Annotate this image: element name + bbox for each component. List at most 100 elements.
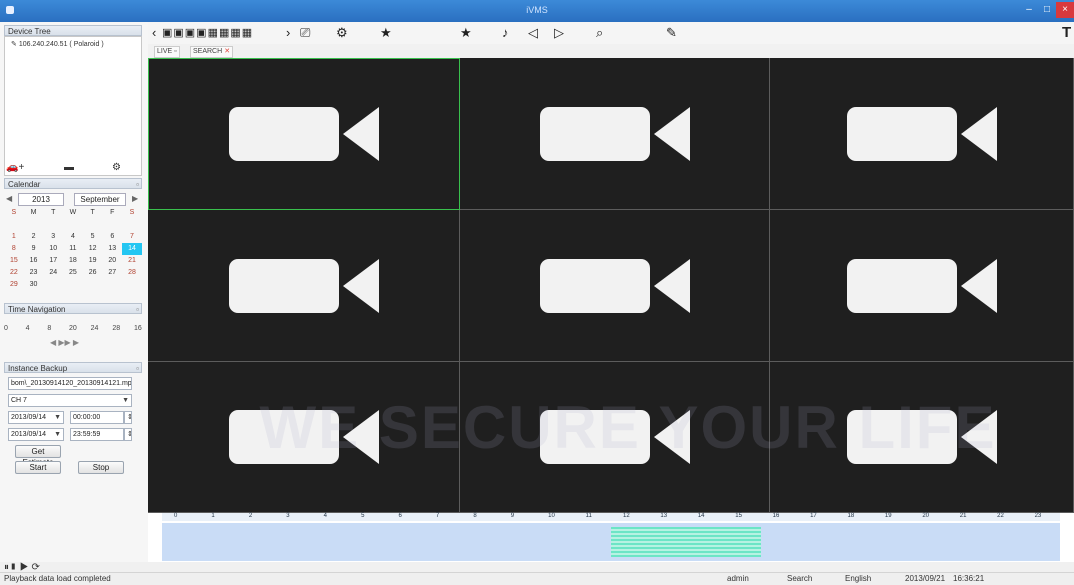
text-tool-icon[interactable]: T <box>1062 25 1071 41</box>
get-estimate-button[interactable]: Get Estimate <box>15 445 61 467</box>
next-layout-icon[interactable]: › <box>286 25 290 41</box>
pin-icon[interactable]: ✎ <box>666 25 677 41</box>
calendar-day[interactable] <box>83 219 103 231</box>
calendar-day[interactable] <box>102 219 122 231</box>
prev-layout-icon[interactable]: ‹ <box>152 25 156 41</box>
remove-device-icon[interactable]: ▬ <box>64 162 74 173</box>
layout-buttons-icon[interactable]: ▣▣▣▣▦▦▦▦ <box>162 25 253 41</box>
calendar-day[interactable]: 21 <box>122 255 142 267</box>
end-time-field[interactable]: 23:59:59 <box>70 428 124 441</box>
calendar-day[interactable]: 27 <box>102 267 122 279</box>
calendar-day[interactable]: 13 <box>102 243 122 255</box>
calendar-year[interactable]: 2013 <box>18 193 64 206</box>
end-time-spinner[interactable]: ⇕ <box>124 428 132 441</box>
add-device-icon[interactable]: 🚗+ <box>6 162 24 173</box>
audio-icon[interactable]: ♪ <box>502 25 509 41</box>
favorite-add-icon[interactable]: ★ <box>380 25 392 41</box>
device-tree-header[interactable]: Device Tree <box>4 25 142 36</box>
video-cell-4[interactable] <box>148 210 460 362</box>
calendar-day[interactable]: 5 <box>83 231 103 243</box>
calendar-day[interactable]: 12 <box>83 243 103 255</box>
next-month-icon[interactable]: ▶ <box>132 194 138 203</box>
calendar-day[interactable]: 18 <box>63 255 83 267</box>
tab-live[interactable]: LIVE ▫ <box>154 46 180 58</box>
calendar-day[interactable]: 22 <box>4 267 24 279</box>
video-cell-2[interactable] <box>460 58 770 210</box>
video-cell-5[interactable] <box>460 210 770 362</box>
time-navigation-scale[interactable]: 0 4 8 20 24 28 16 <box>4 325 142 337</box>
video-cell-1[interactable] <box>148 58 460 210</box>
video-cell-6[interactable] <box>770 210 1074 362</box>
calendar-day[interactable]: 14 <box>122 243 142 255</box>
calendar-day[interactable]: 9 <box>24 243 44 255</box>
backup-file-field[interactable]: bom\_20130914120_20130914121.mp4 <box>8 377 132 390</box>
calendar-day[interactable] <box>63 279 83 291</box>
recorded-segment[interactable] <box>611 527 761 557</box>
calendar-day[interactable]: 10 <box>43 243 63 255</box>
calendar-day[interactable]: 6 <box>102 231 122 243</box>
calendar-day[interactable] <box>122 279 142 291</box>
instance-backup-header[interactable]: Instance Backup ▫ <box>4 362 142 373</box>
timeline-hour-label: 0 <box>174 513 178 519</box>
calendar-day[interactable] <box>43 279 63 291</box>
timeline-hour-label: 17 <box>810 513 817 519</box>
calendar-day[interactable]: 11 <box>63 243 83 255</box>
stop-button[interactable]: Stop <box>78 461 124 474</box>
calendar-day[interactable]: 29 <box>4 279 24 291</box>
favorite-remove-icon[interactable]: ★ <box>460 25 472 41</box>
calendar-day[interactable]: 24 <box>43 267 63 279</box>
forward-icon[interactable]: ▷ <box>554 25 564 41</box>
device-settings-icon[interactable]: ⚙ <box>112 162 121 173</box>
calendar-day[interactable] <box>4 219 24 231</box>
video-cell-3[interactable] <box>770 58 1074 210</box>
calendar-header[interactable]: Calendar ▫ <box>4 178 142 189</box>
calendar-day[interactable]: 3 <box>43 231 63 243</box>
playback-timeline[interactable]: 0 1 2 3 4 5 6 7 8 9 10 11 12 13 14 15 16 17 18 19 20 21 22 23 <box>148 513 1074 562</box>
calendar-day[interactable]: 30 <box>24 279 44 291</box>
calendar-day[interactable]: 2 <box>24 231 44 243</box>
calendar-day[interactable] <box>102 279 122 291</box>
time-nav-tick: 28 <box>112 325 121 332</box>
calendar-month[interactable]: September <box>74 193 126 206</box>
calendar-day[interactable]: 4 <box>63 231 83 243</box>
device-tree[interactable]: ✎ 106.240.240.51 ( Polaroid ) <box>4 36 142 176</box>
calendar-day[interactable]: 8 <box>4 243 24 255</box>
calendar-day[interactable] <box>24 219 44 231</box>
calendar-day[interactable] <box>43 219 63 231</box>
calendar-day[interactable] <box>122 219 142 231</box>
zoom-icon[interactable]: ⌕ <box>596 25 603 41</box>
camera-settings-icon[interactable]: ⚙ <box>336 25 348 41</box>
start-time-field[interactable]: 00:00:00 <box>70 411 124 424</box>
start-time-spinner[interactable]: ⇕ <box>124 411 132 424</box>
close-button[interactable]: × <box>1056 2 1074 18</box>
start-date-field[interactable]: 2013/09/14 ▼ <box>8 411 64 424</box>
calendar-day[interactable]: 19 <box>83 255 103 267</box>
calendar-day[interactable]: 28 <box>122 267 142 279</box>
calendar-day[interactable]: 23 <box>24 267 44 279</box>
maximize-button[interactable]: □ <box>1038 2 1056 18</box>
monitor-icon[interactable]: ⎚ <box>300 25 310 41</box>
start-button[interactable]: Start <box>15 461 61 474</box>
minimize-button[interactable]: – <box>1020 2 1038 18</box>
calendar-day[interactable]: 17 <box>43 255 63 267</box>
calendar-day[interactable]: 20 <box>102 255 122 267</box>
calendar-day[interactable]: 25 <box>63 267 83 279</box>
calendar-grid: S M T W T F S 1 2 3 4 5 6 7 8 9 10 11 12 13 14 15 16 17 18 19 20 21… <box>4 207 142 291</box>
calendar-day[interactable]: 1 <box>4 231 24 243</box>
calendar-day[interactable]: 15 <box>4 255 24 267</box>
timeline-track[interactable] <box>162 523 1060 561</box>
calendar-day[interactable]: 7 <box>122 231 142 243</box>
end-date-field[interactable]: 2013/09/14 ▼ <box>8 428 64 441</box>
calendar-day[interactable] <box>63 219 83 231</box>
time-navigation-controls[interactable]: ◀ ▶▶ ▶ <box>50 338 79 347</box>
tab-search[interactable]: SEARCH ✕ <box>190 46 234 58</box>
close-tab-icon[interactable]: ✕ <box>224 48 230 55</box>
time-navigation-header[interactable]: Time Navigation ▫ <box>4 303 142 314</box>
device-node[interactable]: ✎ 106.240.240.51 ( Polaroid ) <box>11 40 104 48</box>
calendar-day[interactable]: 16 <box>24 255 44 267</box>
prev-year-icon[interactable]: ◀ <box>6 194 12 203</box>
backward-icon[interactable]: ◁ <box>528 25 538 41</box>
calendar-day[interactable]: 26 <box>83 267 103 279</box>
channel-select[interactable]: CH 7 ▼ <box>8 394 132 407</box>
calendar-day[interactable] <box>83 279 103 291</box>
